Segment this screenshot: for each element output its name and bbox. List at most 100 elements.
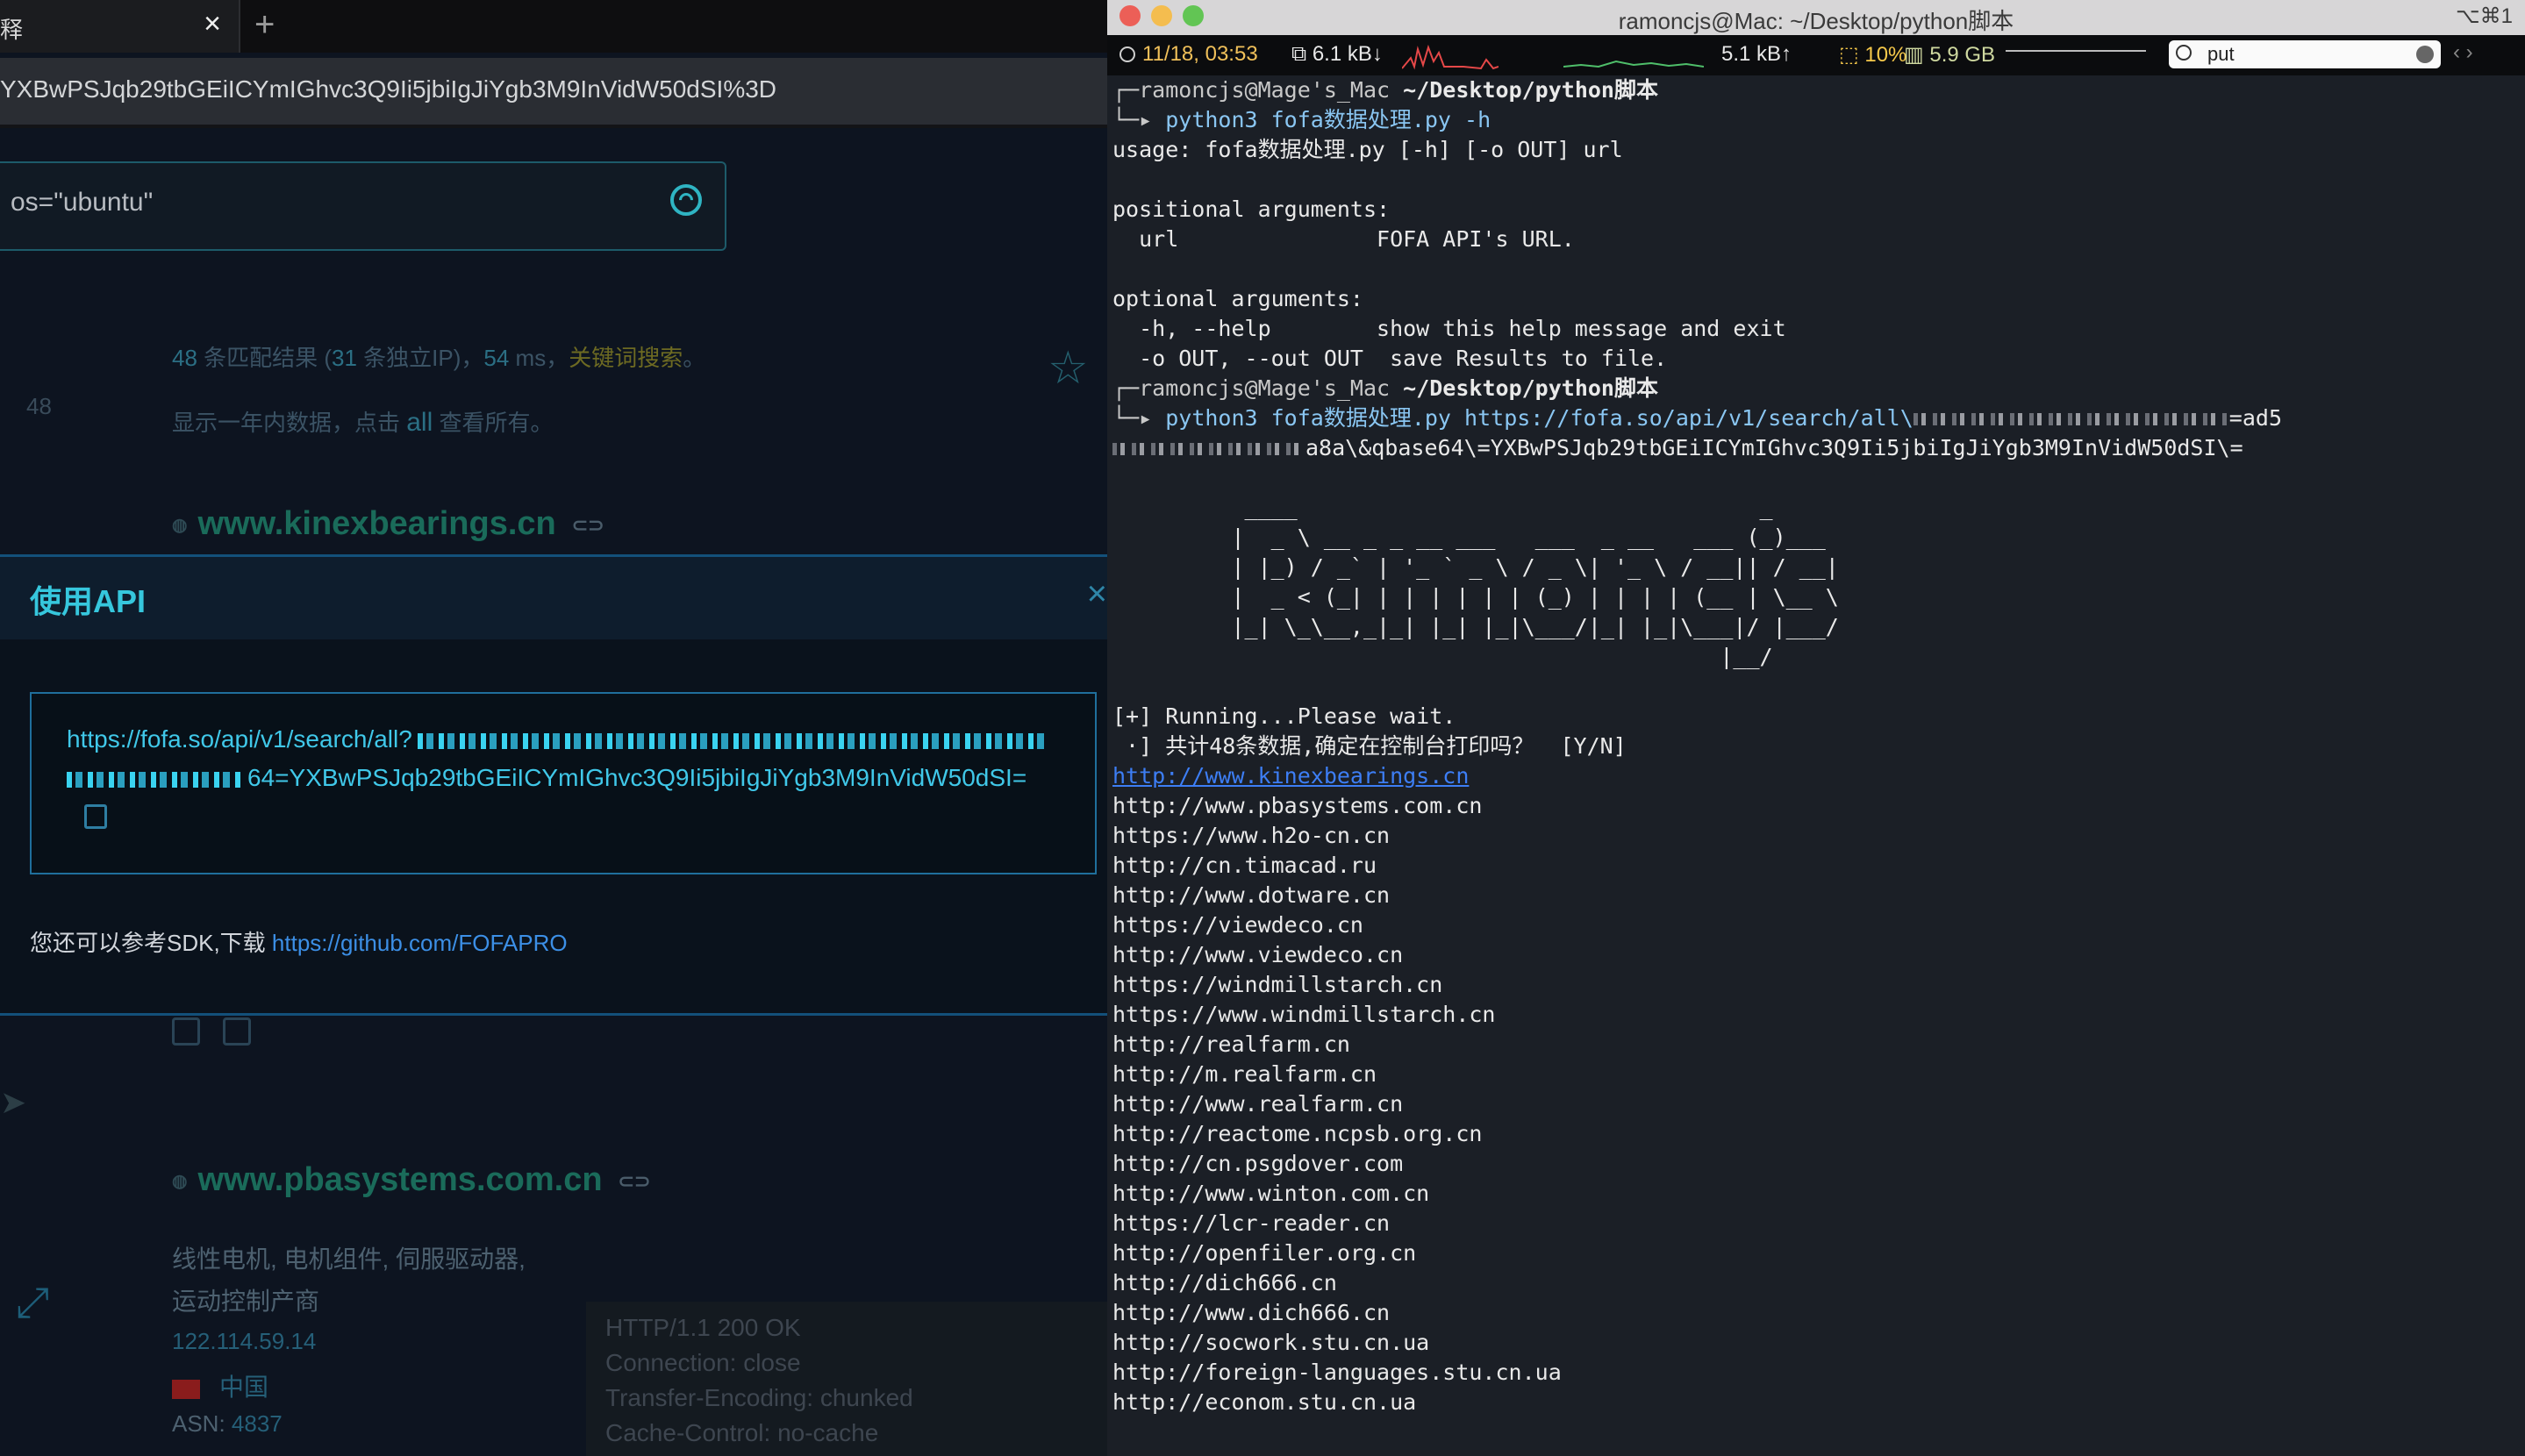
sdk-link[interactable]: https://github.com/FOFAPRO [272,930,568,956]
running-line: [+] Running...Please wait. [1112,703,1456,729]
result-count: 48 [172,345,197,371]
result-site-1[interactable]: ◍ www.kinexbearings.cn ⊂⊃ [172,505,604,543]
command-text-end: =ad5 [2228,405,2283,431]
all-link[interactable]: all [406,408,433,437]
output-line: positional arguments: [1112,196,1391,222]
unique-ip-count: 31 [332,345,357,371]
country-name: 中国 [219,1374,269,1401]
close-tab-icon[interactable]: × [204,7,221,41]
ascii-art-line: | _ \ __ _ _ __ ___ ___ _ __ ___ (_)___ [1112,525,1826,550]
site-description-2: 运动控制产商 [172,1288,320,1315]
address-text: YXBwPSJqb29tbGEiICYmIGhvc3Q9Ii5jbiIgJiYg… [0,75,777,103]
status-memory: ▥ 5.9 GB [1904,42,1995,68]
memory-icon: ▥ [1904,43,1930,67]
url-line: https://lcr-reader.cn [1112,1210,1391,1236]
search-query: os="ubuntu" [11,188,154,217]
year-text-post: 查看所有。 [433,410,554,436]
ascii-art-line: |__/ [1112,644,1773,669]
net-down: 6.1 kB↓ [1312,42,1383,66]
year-notice: 显示一年内数据，点击 all 查看所有。 [172,405,553,438]
api-modal: 使用API × https://fofa.so/api/v1/search/al… [0,554,1107,1016]
asn: ASN: 4837 [172,1410,283,1438]
redacted-block [1913,413,2229,425]
link-icon[interactable]: ⊂⊃ [572,514,604,536]
result-site-2[interactable]: ◍ www.pbasystems.com.cn ⊂⊃ [172,1161,650,1199]
browser-tab[interactable]: 释 × [0,0,240,53]
terminal-output[interactable]: ┌─ramoncjs@Mage's_Mac ~/Desktop/python脚本… [1112,75,2516,1417]
ascii-art-line: |_| \_\__,_|_| |_| |_|\___/|_| |_|\___|/… [1112,614,1839,639]
status-cpu: ⬚ 10% [1839,42,1906,68]
site-link[interactable]: www.pbasystems.com.cn [197,1161,602,1198]
url-line: http://cn.psgdover.com [1112,1151,1404,1176]
new-tab-button[interactable]: + [254,5,275,45]
api-url-text-1: https://fofa.so/api/v1/search/all? [67,725,412,753]
window-title: ramoncjs@Mac: ~/Desktop/python脚本 [1618,8,2014,34]
confirm-line: ·] 共计48条数据,确定在控制台打印吗？ [Y/N] [1112,733,1627,759]
expand-icon[interactable]: ⤢ [16,1279,49,1328]
status-network: ⧉ 6.1 kB↓ [1291,42,1383,67]
terminal-titlebar: ramoncjs@Mac: ~/Desktop/python脚本 ⌥⌘1 [1107,0,2525,35]
clear-search-icon[interactable] [2416,46,2434,63]
url-line: http://realfarm.cn [1112,1031,1350,1057]
result-stats: 48 条匹配结果 (31 条独立IP)，54 ms，关键词搜索。 [172,340,705,373]
redacted-block [417,732,1049,749]
command-continuation: a8a\&qbase64\=YXBwPSJqb29tbGEiICYmIGhvc3… [1112,433,2516,463]
api-url-line-2: 64=YXBwPSJqb29tbGEiICYmIGhvc3Q9Ii5jbiIgJ… [67,764,1026,792]
modal-header: 使用API × [0,557,1107,639]
terminal-window: ramoncjs@Mac: ~/Desktop/python脚本 ⌥⌘1 11/… [1107,0,2525,1456]
redacted-block [67,771,242,788]
stats-text-4: 。 [683,345,706,371]
url-line: http://www.winton.com.cn [1112,1181,1430,1206]
link-icon[interactable]: ⊂⊃ [619,1170,651,1192]
url-line: https://www.h2o-cn.cn [1112,823,1391,848]
search-icon[interactable] [670,184,702,216]
url-line: http://econom.stu.cn.ua [1112,1389,1417,1415]
ascii-art-line: ____ _ [1112,495,1773,520]
api-url-box[interactable]: https://fofa.so/api/v1/search/all? 64=YX… [30,692,1097,874]
url-line: http://www.viewdeco.cn [1112,942,1404,967]
status-datetime: 11/18, 03:53 [1119,42,1258,67]
url-line[interactable]: http://www.kinexbearings.cn [1112,761,2516,791]
address-bar[interactable]: YXBwPSJqb29tbGEiICYmIGhvc3Q9Ii5jbiIgJiYg… [0,58,1107,128]
prompt-line: ┌─ramoncjs@Mage's_Mac ~/Desktop/python脚本 [1112,375,1658,401]
modal-title: 使用API [30,583,147,619]
search-nav-arrows[interactable]: ‹ › [2453,40,2473,65]
cube-icon[interactable] [223,1017,251,1046]
close-icon[interactable]: × [1087,575,1107,614]
cpu-value: 10% [1864,43,1907,67]
ascii-art-line: | |_) / _` | '_ ` _ \ / _ \| '_ \ / __||… [1112,554,1839,580]
output-line: -o OUT, --out OUT save Results to file. [1112,346,1668,371]
ip-address[interactable]: 122.114.59.14 [172,1328,316,1355]
redacted-block [1112,443,1305,455]
api-url-text-2: 64=YXBwPSJqb29tbGEiICYmIGhvc3Q9Ii5jbiIgJ… [247,764,1027,791]
globe-icon: ◍ [172,516,188,536]
fofa-search-input[interactable]: os="ubuntu" [0,161,726,251]
keyword-search-link[interactable]: 关键词搜索 [569,345,683,371]
site-description-1: 线性电机, 电机组件, 伺服驱动器, [172,1245,526,1273]
country[interactable]: 中国 [172,1368,268,1403]
url-line: http://socwork.stu.cn.ua [1112,1330,1430,1355]
asn-value[interactable]: 4837 [232,1410,283,1437]
prompt-dir: ~/Desktop/python脚本 [1403,375,1658,401]
site-link[interactable]: www.kinexbearings.cn [197,505,555,542]
ascii-art-line: | _ < (_| | | | | | | (_) | | | | (__ | … [1112,584,1839,610]
fish-icon: ➤ [0,1084,27,1120]
http-line: Connection: close [605,1349,801,1376]
output-line: optional arguments: [1112,286,1363,311]
url-line: https://www.windmillstarch.cn [1112,1002,1496,1027]
terminal-search-input[interactable]: put [2169,40,2441,68]
star-icon[interactable]: ☆ [1048,342,1089,395]
clock-icon [1119,46,1135,62]
copy-icon[interactable] [84,804,107,829]
globe-icon: ◍ [172,1172,188,1192]
command-text: python3 fofa数据处理.py https://fofa.so/api/… [1165,405,1913,431]
output-line: -h, --help show this help message and ex… [1112,316,1786,341]
code-icon[interactable] [172,1017,200,1046]
asn-label: ASN: [172,1410,232,1437]
datetime-value: 11/18, 03:53 [1142,42,1258,66]
cpu-icon: ⬚ [1839,43,1865,67]
url-line: http://www.dich666.cn [1112,1300,1391,1325]
year-text-pre: 显示一年内数据，点击 [172,410,407,436]
url-line: http://m.realfarm.cn [1112,1061,1377,1087]
